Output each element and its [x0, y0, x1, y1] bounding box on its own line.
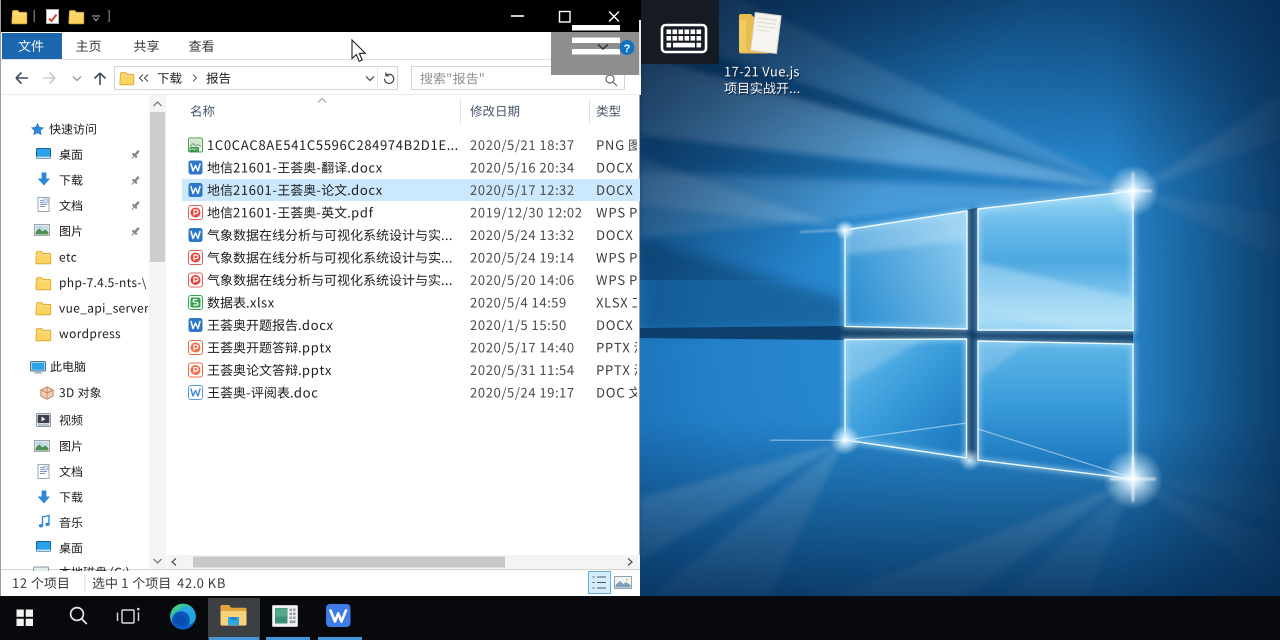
svg-text:?: ?: [624, 43, 631, 55]
